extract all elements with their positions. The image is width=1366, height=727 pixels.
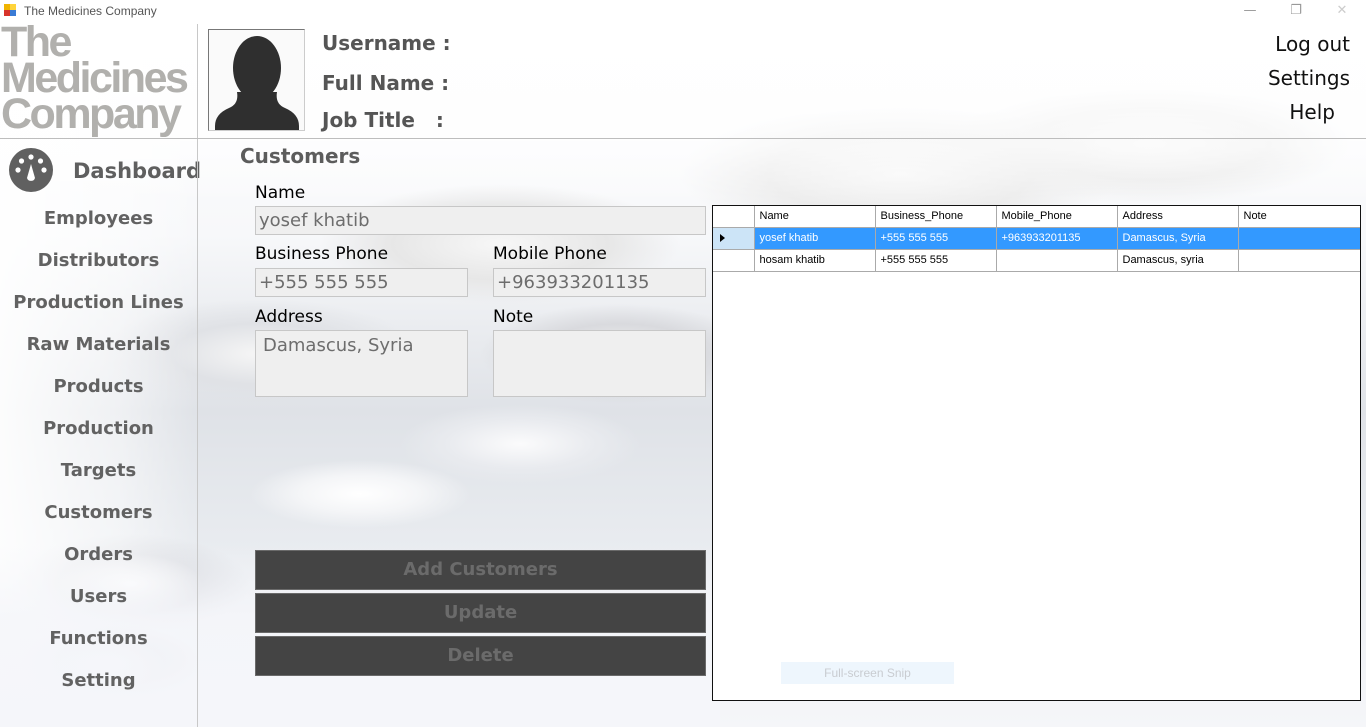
delete-button[interactable]: Delete <box>255 636 706 676</box>
customers-grid[interactable]: Name Business_Phone Mobile_Phone Address… <box>712 205 1361 701</box>
help-link[interactable]: Help <box>1289 100 1335 124</box>
sidebar-item-customers[interactable]: Customers <box>0 502 197 523</box>
job-title-label: Job Title : <box>322 108 444 132</box>
header-divider <box>0 138 1366 139</box>
user-silhouette-icon <box>215 36 299 130</box>
window-title: The Medicines Company <box>24 4 157 18</box>
app-icon <box>4 4 18 18</box>
title-bar: The Medicines Company — ❐ ✕ <box>0 0 1366 24</box>
settings-link[interactable]: Settings <box>1268 66 1350 90</box>
sidebar-item-products[interactable]: Products <box>0 376 197 397</box>
sidebar-item-users[interactable]: Users <box>0 586 197 607</box>
update-button[interactable]: Update <box>255 593 706 633</box>
cell-business-phone[interactable]: +555 555 555 <box>874 226 997 250</box>
current-row-indicator-icon <box>720 234 725 243</box>
sidebar-item-distributors[interactable]: Distributors <box>0 250 197 271</box>
mobile-phone-label: Mobile Phone <box>493 244 607 264</box>
business-phone-field[interactable]: +555 555 555 <box>255 268 468 297</box>
column-header-mobile-phone[interactable]: Mobile_Phone <box>995 206 1118 228</box>
cell-name[interactable]: yosef khatib <box>753 226 876 250</box>
close-button[interactable]: ✕ <box>1319 0 1365 24</box>
sidebar-item-functions[interactable]: Functions <box>0 628 197 649</box>
row-header[interactable] <box>713 248 755 272</box>
cell-address[interactable]: Damascus, Syria <box>1116 226 1239 250</box>
dashboard-gauge-icon <box>9 148 53 192</box>
sidebar-item-dashboard[interactable]: Dashboard <box>6 145 201 195</box>
cell-name[interactable]: hosam khatib <box>753 248 876 272</box>
column-header-name[interactable]: Name <box>753 206 876 228</box>
sidebar-item-production[interactable]: Production <box>0 418 197 439</box>
add-customers-button[interactable]: Add Customers <box>255 550 706 590</box>
sidebar: Dashboard Employees Distributors Product… <box>0 140 201 727</box>
column-header-business-phone[interactable]: Business_Phone <box>874 206 997 228</box>
business-phone-label: Business Phone <box>255 244 389 264</box>
username-label: Username : <box>322 31 451 55</box>
full-name-label: Full Name : <box>322 71 450 95</box>
note-field[interactable] <box>493 330 706 397</box>
page-title: Customers <box>240 144 361 168</box>
name-field[interactable]: yosef khatib <box>255 206 706 235</box>
column-header-note[interactable]: Note <box>1237 206 1360 228</box>
logo-line: Company <box>1 90 182 138</box>
cell-address[interactable]: Damascus, syria <box>1116 248 1239 272</box>
note-label: Note <box>493 307 534 327</box>
table-row[interactable]: yosef khatib +555 555 555 +963933201135 … <box>713 226 1360 250</box>
restore-button[interactable]: ❐ <box>1273 0 1319 24</box>
cell-business-phone[interactable]: +555 555 555 <box>874 248 997 272</box>
mobile-phone-field[interactable]: +963933201135 <box>493 268 706 297</box>
sidebar-item-setting[interactable]: Setting <box>0 670 197 691</box>
logout-link[interactable]: Log out <box>1275 32 1350 56</box>
customers-table: Name Business_Phone Mobile_Phone Address… <box>713 206 1360 272</box>
sidebar-item-production-lines[interactable]: Production Lines <box>0 292 197 313</box>
sidebar-item-targets[interactable]: Targets <box>0 460 197 481</box>
row-header[interactable] <box>713 226 755 250</box>
sidebar-divider <box>197 24 198 727</box>
column-header-address[interactable]: Address <box>1116 206 1239 228</box>
address-field[interactable]: Damascus, Syria <box>255 330 468 397</box>
sidebar-item-label: Dashboard <box>73 159 202 183</box>
sidebar-item-employees[interactable]: Employees <box>0 208 197 229</box>
table-row[interactable]: hosam khatib +555 555 555 Damascus, syri… <box>713 248 1360 272</box>
address-label: Address <box>255 307 323 327</box>
minimize-button[interactable]: — <box>1227 0 1273 24</box>
company-logo: The Medicines Company <box>1 21 197 138</box>
full-screen-snip-tooltip: Full-screen Snip <box>781 662 954 684</box>
table-header-row: Name Business_Phone Mobile_Phone Address… <box>713 206 1360 228</box>
avatar[interactable] <box>208 29 305 131</box>
header: The Medicines Company Username : Full Na… <box>0 21 1366 139</box>
sidebar-item-orders[interactable]: Orders <box>0 544 197 565</box>
cell-mobile-phone[interactable] <box>995 248 1118 272</box>
name-label: Name <box>255 183 306 203</box>
cell-mobile-phone[interactable]: +963933201135 <box>995 226 1118 250</box>
cell-note[interactable] <box>1237 248 1360 272</box>
row-header-corner <box>713 206 755 228</box>
sidebar-item-raw-materials[interactable]: Raw Materials <box>0 334 197 355</box>
cell-note[interactable] <box>1237 226 1360 250</box>
